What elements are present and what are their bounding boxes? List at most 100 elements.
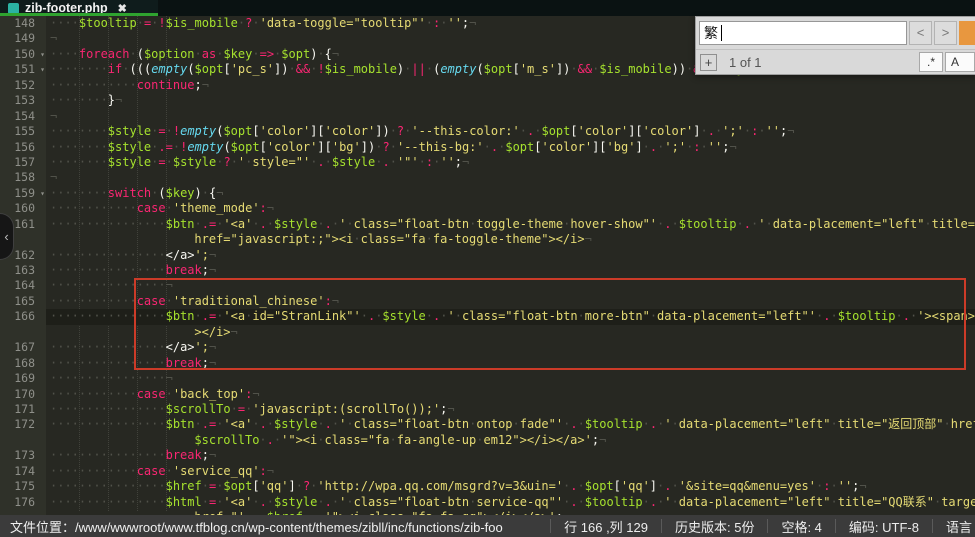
code-line[interactable]: 156········$style·.=·!empty($opt['color'… — [0, 140, 975, 155]
code-text: ········}¬ — [46, 93, 975, 108]
code-line[interactable]: 159▾········switch·($key)·{¬ — [0, 186, 975, 201]
code-line[interactable]: 165············case·'traditional_chinese… — [0, 294, 975, 309]
code-line[interactable]: 157········$style·=·$style·?·'·style="'·… — [0, 155, 975, 170]
code-text: ················break;¬ — [46, 448, 975, 463]
code-text: ················$btn·.=·'<a'·.·$style·.·… — [46, 417, 975, 432]
code-text: ········switch·($key)·{¬ — [46, 186, 975, 201]
search-extra-button[interactable] — [959, 21, 975, 45]
line-number: 157 — [0, 155, 46, 170]
code-text: ········$style·=·!empty($opt['color']['c… — [46, 124, 975, 139]
code-text: ············case·'traditional_chinese':¬ — [46, 294, 975, 309]
fold-caret-icon[interactable]: ▾ — [40, 62, 45, 77]
line-number: 165 — [0, 294, 46, 309]
code-line[interactable]: 162················</a>';¬ — [0, 248, 975, 263]
text-cursor — [721, 25, 722, 41]
line-number: 151▾ — [0, 62, 46, 77]
toggle-replace-button[interactable]: + — [700, 54, 717, 71]
php-file-icon — [8, 3, 19, 14]
find-prev-button[interactable]: < — [909, 21, 932, 45]
line-number: 170 — [0, 387, 46, 402]
code-line[interactable]: 168················break;¬ — [0, 356, 975, 371]
sidebar-collapse-handle[interactable]: ‹ — [0, 213, 14, 260]
code-line[interactable]: 161················$btn·.=·'<a'·.·$style… — [0, 217, 975, 232]
close-icon[interactable]: ✖ — [118, 2, 127, 15]
line-number: 149 — [0, 31, 46, 46]
code-text: ················break;¬ — [46, 356, 975, 371]
line-number: 156 — [0, 140, 46, 155]
code-line[interactable]: ></i>¬ — [0, 325, 975, 340]
code-text: ············case·'theme_mode':¬ — [46, 201, 975, 216]
find-next-button[interactable]: > — [934, 21, 957, 45]
regex-toggle-button[interactable]: .* — [919, 52, 943, 72]
code-line[interactable]: 173················break;¬ — [0, 448, 975, 463]
line-number — [0, 325, 46, 340]
code-line[interactable]: 153········}¬ — [0, 93, 975, 108]
code-text: ················$scrollTo·=·'javascript:… — [46, 402, 975, 417]
search-input[interactable] — [699, 21, 907, 45]
code-line[interactable]: 174············case·'service_qq':¬ — [0, 464, 975, 479]
code-editor[interactable]: 148····$tooltip·=·!$is_mobile·?·'data-to… — [0, 16, 975, 515]
code-line[interactable]: 172················$btn·.=·'<a'·.·$style… — [0, 417, 975, 432]
tab-title: zib-footer.php — [25, 1, 108, 15]
code-line[interactable]: 152············continue;¬ — [0, 78, 975, 93]
code-text: ················$html·=·'<a'·.·$style·.·… — [46, 495, 975, 510]
code-text: ················break;¬ — [46, 263, 975, 278]
line-number: 155 — [0, 124, 46, 139]
code-line[interactable]: 170············case·'back_top':¬ — [0, 387, 975, 402]
code-text: ················</a>';¬ — [46, 340, 975, 355]
spaces-setting[interactable]: 空格: 4 — [767, 519, 834, 533]
code-line[interactable]: 167················</a>';¬ — [0, 340, 975, 355]
file-path: /www/wwwroot/www.tfblog.cn/wp-content/th… — [75, 520, 503, 535]
search-counter: 1 of 1 — [729, 55, 762, 70]
code-text: ¬ — [46, 170, 975, 185]
code-text: ················¬ — [46, 371, 975, 386]
code-text: $scrollTo·.·'"><i·class="fa·fa-angle-up·… — [46, 433, 975, 448]
chevron-left-icon: ‹ — [4, 229, 8, 244]
code-text: ············case·'back_top':¬ — [46, 387, 975, 402]
line-number: 158 — [0, 170, 46, 185]
code-line[interactable]: 154¬ — [0, 109, 975, 124]
history-versions[interactable]: 历史版本: 5份 — [661, 519, 767, 533]
file-location-label: 文件位置： — [10, 520, 75, 535]
line-number: 173 — [0, 448, 46, 463]
code-text: ················</a>';¬ — [46, 248, 975, 263]
language-setting[interactable]: 语言 — [932, 519, 975, 533]
line-number: 167 — [0, 340, 46, 355]
code-line[interactable]: 166················$btn·.=·'<a·id="Stran… — [0, 309, 975, 324]
line-number: 175 — [0, 479, 46, 494]
code-line[interactable]: $scrollTo·.·'"><i·class="fa·fa-angle-up·… — [0, 433, 975, 448]
code-text: ········$style·=·$style·?·'·style="'·.·$… — [46, 155, 975, 170]
fold-caret-icon[interactable]: ▾ — [40, 47, 45, 62]
code-rows: 148····$tooltip·=·!$is_mobile·?·'data-to… — [0, 16, 975, 515]
status-bar: 文件位置：/www/wwwroot/www.tfblog.cn/wp-conte… — [0, 515, 975, 537]
line-number: 171 — [0, 402, 46, 417]
code-line[interactable]: 155········$style·=·!empty($opt['color']… — [0, 124, 975, 139]
code-line[interactable]: 158¬ — [0, 170, 975, 185]
tab-zib-footer[interactable]: zib-footer.php ✖ — [0, 0, 158, 16]
line-number — [0, 433, 46, 448]
line-number: 166 — [0, 309, 46, 324]
code-line[interactable]: 171················$scrollTo·=·'javascri… — [0, 402, 975, 417]
line-number: 164 — [0, 278, 46, 293]
line-number: 168 — [0, 356, 46, 371]
line-number: 159▾ — [0, 186, 46, 201]
code-line[interactable]: 169················¬ — [0, 371, 975, 386]
code-text: ················$href·=·$opt['qq']·?·'ht… — [46, 479, 975, 494]
code-line[interactable]: 176················$html·=·'<a'·.·$style… — [0, 495, 975, 510]
code-line[interactable]: href="javascript:;"><i·class="fa·fa-togg… — [0, 232, 975, 247]
code-line[interactable]: 160············case·'theme_mode':¬ — [0, 201, 975, 216]
fold-caret-icon[interactable]: ▾ — [40, 186, 45, 201]
code-text: ············continue;¬ — [46, 78, 975, 93]
code-text: ········$style·.=·!empty($opt['color']['… — [46, 140, 975, 155]
code-text: ················$btn·.=·'<a'·.·$style·.·… — [46, 217, 975, 232]
code-text: href="javascript:;"><i·class="fa·fa-togg… — [46, 232, 975, 247]
code-line[interactable]: 163················break;¬ — [0, 263, 975, 278]
code-text: ¬ — [46, 109, 975, 124]
line-number: 172 — [0, 417, 46, 432]
case-toggle-button[interactable]: A — [945, 52, 975, 72]
line-number: 169 — [0, 371, 46, 386]
encoding-setting[interactable]: 编码: UTF-8 — [835, 519, 932, 533]
code-line[interactable]: 175················$href·=·$opt['qq']·?·… — [0, 479, 975, 494]
code-line[interactable]: 164················¬ — [0, 278, 975, 293]
line-number: 174 — [0, 464, 46, 479]
